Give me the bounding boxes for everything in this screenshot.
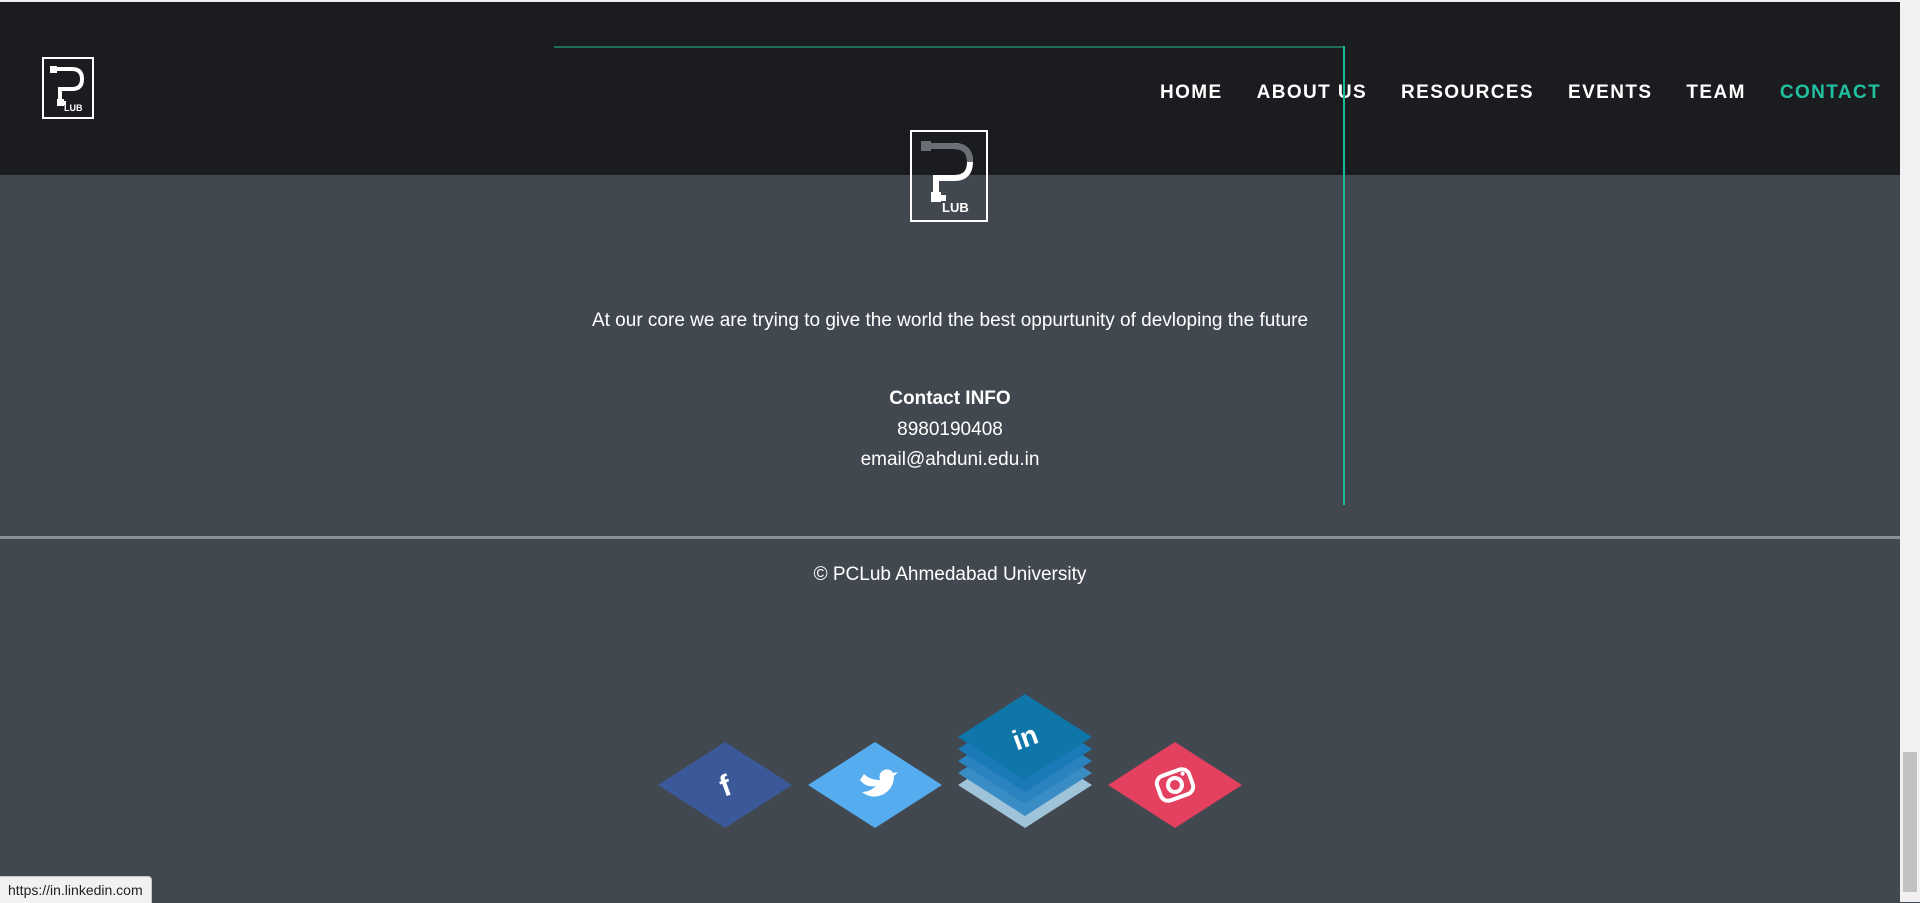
page-scrollbar[interactable] (1900, 0, 1920, 902)
nav-events[interactable]: EVENTS (1568, 82, 1652, 104)
instagram-icon (1108, 742, 1242, 828)
footer-tagline: At our core we are trying to give the wo… (591, 310, 1309, 331)
social-twitter-link[interactable] (808, 742, 942, 828)
linkedin-icon: in (958, 694, 1092, 828)
scrollbar-thumb[interactable] (1903, 752, 1917, 892)
twitter-icon (808, 742, 942, 828)
pclub-logo[interactable]: LUB (42, 57, 94, 119)
social-instagram-link[interactable] (1108, 742, 1242, 828)
nav-home[interactable]: HOME (1160, 82, 1223, 104)
contact-phone: 8980190408 (897, 419, 1003, 440)
copyright-text: © PCLub Ahmedabad University (813, 564, 1087, 585)
nav-about-us[interactable]: ABOUT US (1257, 82, 1367, 104)
contact-info-heading: Contact INFO (889, 388, 1011, 409)
footer-logo: LUB (910, 130, 988, 222)
footer-logo-lub-text: LUB (942, 200, 969, 215)
logo-lub-text: LUB (64, 103, 83, 113)
nav-resources[interactable]: RESOURCES (1401, 82, 1534, 104)
main-nav: HOME ABOUT US RESOURCES EVENTS TEAM CONT… (1160, 82, 1915, 104)
decorative-frame-top (554, 46, 1345, 48)
social-facebook-link[interactable]: f (658, 742, 792, 828)
browser-status-bar: https://in.linkedin.com (0, 876, 152, 903)
footer-logo-mark: LUB (921, 141, 974, 215)
footer-divider (0, 536, 1900, 539)
social-linkedin-link[interactable]: in (958, 694, 1092, 828)
pclub-logo-mark: LUB (50, 66, 85, 113)
decorative-frame-right (1343, 46, 1345, 505)
nav-contact[interactable]: CONTACT (1780, 82, 1881, 104)
nav-team[interactable]: TEAM (1686, 82, 1745, 104)
contact-email[interactable]: email@ahduni.edu.in (0, 449, 1900, 471)
facebook-icon: f (658, 742, 792, 828)
